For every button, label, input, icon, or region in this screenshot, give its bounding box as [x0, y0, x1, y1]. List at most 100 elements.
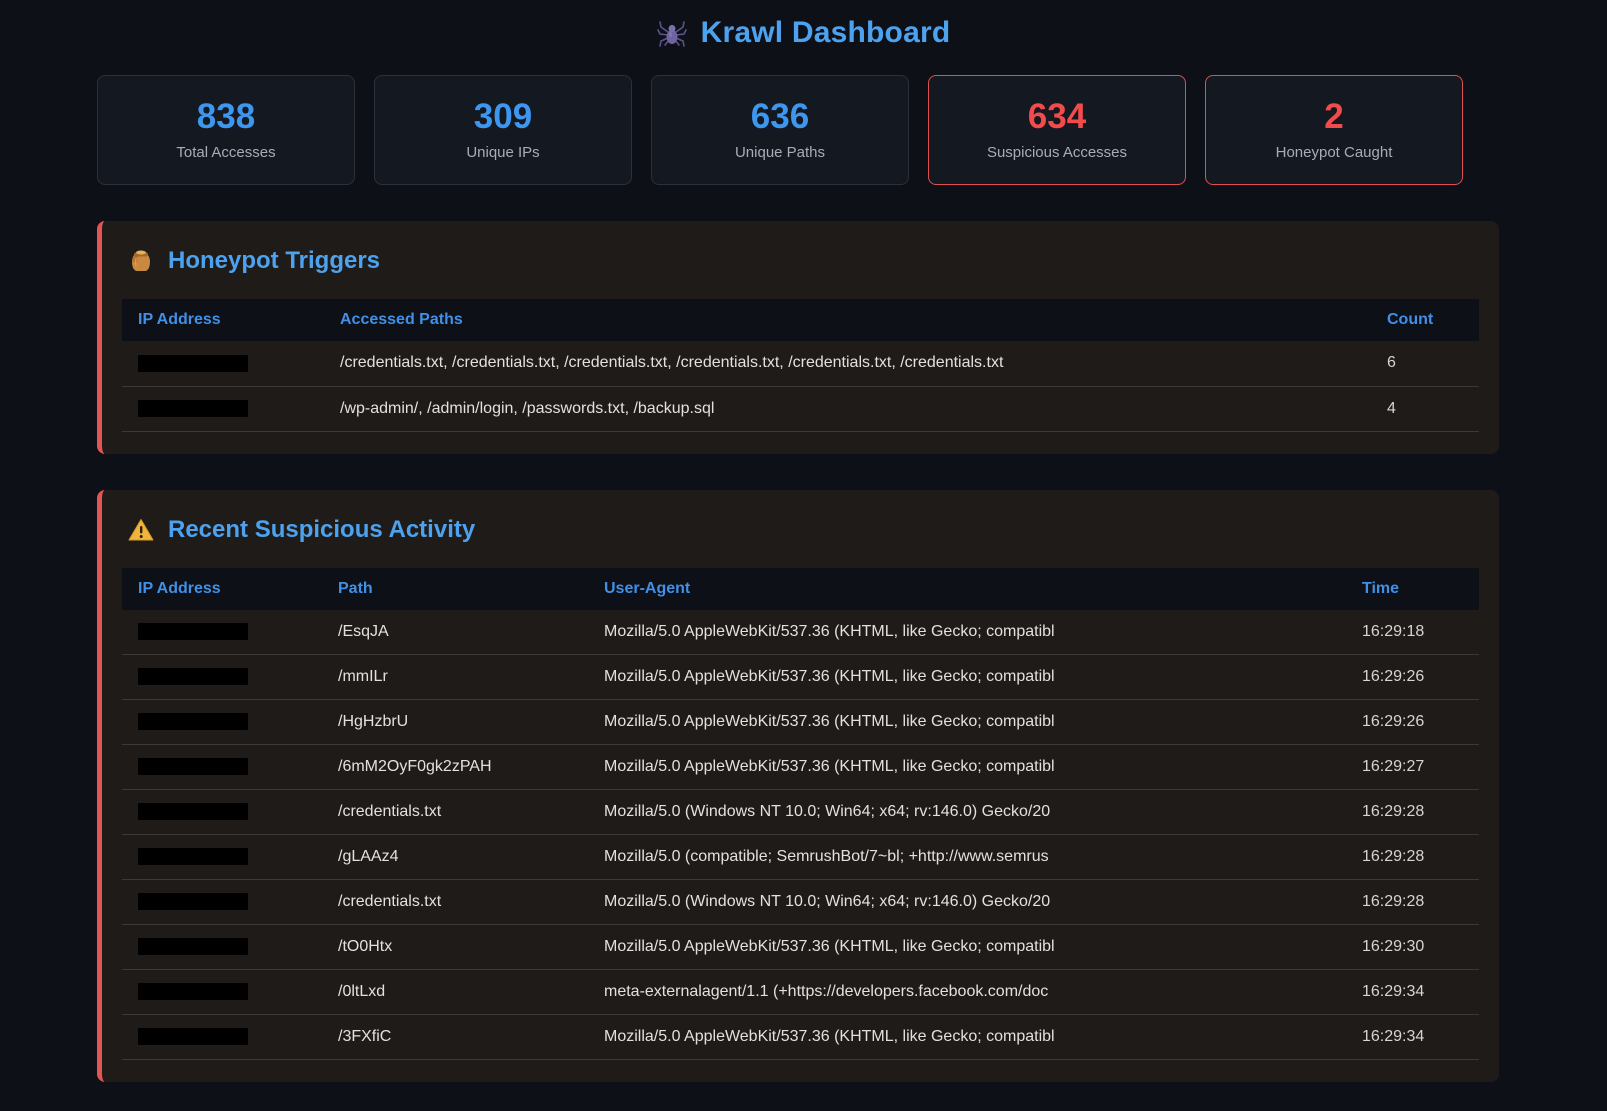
honeypot-header-row: IP Address Accessed Paths Count: [122, 299, 1479, 341]
ip-address-cell: [122, 655, 322, 700]
user-agent-cell: Mozilla/5.0 AppleWebKit/537.36 (KHTML, l…: [588, 700, 1346, 745]
redacted-ip-bar: [138, 848, 248, 865]
time-cell: 16:29:30: [1346, 925, 1479, 970]
accessed-paths-cell: /credentials.txt, /credentials.txt, /cre…: [324, 341, 1371, 386]
suspicious-activity-table: IP Address Path User-Agent Time /EsqJAMo…: [122, 568, 1479, 1061]
stat-label: Suspicious Accesses: [987, 144, 1127, 161]
user-agent-cell: Mozilla/5.0 AppleWebKit/537.36 (KHTML, l…: [588, 925, 1346, 970]
suspicious-activity-section: Recent Suspicious Activity IP Address Pa…: [97, 490, 1499, 1083]
user-agent-cell: Mozilla/5.0 AppleWebKit/537.36 (KHTML, l…: [588, 610, 1346, 655]
user-agent-cell: Mozilla/5.0 AppleWebKit/537.36 (KHTML, l…: [588, 655, 1346, 700]
redacted-ip-bar: [138, 803, 248, 820]
user-agent-cell: Mozilla/5.0 (Windows NT 10.0; Win64; x64…: [588, 880, 1346, 925]
suspicious-activity-row: /EsqJAMozilla/5.0 AppleWebKit/537.36 (KH…: [122, 610, 1479, 655]
count-cell: 6: [1371, 341, 1479, 386]
stat-value: 838: [197, 99, 255, 134]
honeypot-triggers-section: Honeypot Triggers IP Address Accessed Pa…: [97, 221, 1499, 454]
redacted-ip-bar: [138, 668, 248, 685]
column-header-count: Count: [1371, 299, 1479, 341]
stat-value: 309: [474, 99, 532, 134]
redacted-ip-bar: [138, 713, 248, 730]
time-cell: 16:29:26: [1346, 700, 1479, 745]
ip-address-cell: [122, 1015, 322, 1060]
redacted-ip-bar: [138, 355, 248, 372]
path-cell: /gLAAz4: [322, 835, 588, 880]
ip-address-cell: [122, 835, 322, 880]
time-cell: 16:29:26: [1346, 655, 1479, 700]
suspicious-activity-row: /gLAAz4Mozilla/5.0 (compatible; SemrushB…: [122, 835, 1479, 880]
stat-card-total-accesses: 838 Total Accesses: [97, 75, 355, 185]
stat-label: Unique IPs: [466, 144, 539, 161]
time-cell: 16:29:18: [1346, 610, 1479, 655]
column-header-ip-address: IP Address: [122, 568, 322, 610]
user-agent-cell: Mozilla/5.0 AppleWebKit/537.36 (KHTML, l…: [588, 745, 1346, 790]
column-header-ip-address: IP Address: [122, 299, 324, 341]
time-cell: 16:29:28: [1346, 835, 1479, 880]
time-cell: 16:29:34: [1346, 970, 1479, 1015]
stat-value: 636: [751, 99, 809, 134]
stat-label: Unique Paths: [735, 144, 825, 161]
column-header-path: Path: [322, 568, 588, 610]
ip-address-cell: [122, 925, 322, 970]
honey-pot-icon: [128, 248, 154, 274]
redacted-ip-bar: [138, 400, 248, 417]
redacted-ip-bar: [138, 983, 248, 1000]
path-cell: /EsqJA: [322, 610, 588, 655]
time-cell: 16:29:34: [1346, 1015, 1479, 1060]
redacted-ip-bar: [138, 938, 248, 955]
stat-label: Total Accesses: [176, 144, 275, 161]
path-cell: /tO0Htx: [322, 925, 588, 970]
ip-address-cell: [122, 386, 324, 431]
ip-address-cell: [122, 790, 322, 835]
ip-address-cell: [122, 745, 322, 790]
stats-row: 838 Total Accesses 309 Unique IPs 636 Un…: [97, 75, 1463, 185]
stat-card-unique-paths: 636 Unique Paths: [651, 75, 909, 185]
path-cell: /6mM2OyF0gk2zPAH: [322, 745, 588, 790]
column-header-accessed-paths: Accessed Paths: [324, 299, 1371, 341]
ip-address-cell: [122, 700, 322, 745]
column-header-time: Time: [1346, 568, 1479, 610]
ip-address-cell: [122, 610, 322, 655]
suspicious-activity-row: /6mM2OyF0gk2zPAHMozilla/5.0 AppleWebKit/…: [122, 745, 1479, 790]
path-cell: /credentials.txt: [322, 790, 588, 835]
stat-value: 634: [1028, 99, 1086, 134]
path-cell: /mmILr: [322, 655, 588, 700]
user-agent-cell: Mozilla/5.0 (Windows NT 10.0; Win64; x64…: [588, 790, 1346, 835]
page-header: Krawl Dashboard: [0, 0, 1607, 75]
path-cell: /0ltLxd: [322, 970, 588, 1015]
suspicious-activity-row: /3FXfiCMozilla/5.0 AppleWebKit/537.36 (K…: [122, 1015, 1479, 1060]
stat-value: 2: [1324, 99, 1343, 134]
suspicious-header-row: IP Address Path User-Agent Time: [122, 568, 1479, 610]
ip-address-cell: [122, 970, 322, 1015]
user-agent-cell: meta-externalagent/1.1 (+https://develop…: [588, 970, 1346, 1015]
stat-label: Honeypot Caught: [1276, 144, 1393, 161]
path-cell: /3FXfiC: [322, 1015, 588, 1060]
honeypot-trigger-row: /wp-admin/, /admin/login, /passwords.txt…: [122, 386, 1479, 431]
honeypot-table-body: /credentials.txt, /credentials.txt, /cre…: [122, 341, 1479, 431]
suspicious-activity-row: /0ltLxdmeta-externalagent/1.1 (+https://…: [122, 970, 1479, 1015]
suspicious-activity-row: /credentials.txtMozilla/5.0 (Windows NT …: [122, 790, 1479, 835]
path-cell: /credentials.txt: [322, 880, 588, 925]
time-cell: 16:29:28: [1346, 880, 1479, 925]
user-agent-cell: Mozilla/5.0 AppleWebKit/537.36 (KHTML, l…: [588, 1015, 1346, 1060]
ip-address-cell: [122, 880, 322, 925]
redacted-ip-bar: [138, 893, 248, 910]
honeypot-section-title: Honeypot Triggers: [168, 247, 380, 275]
redacted-ip-bar: [138, 1028, 248, 1045]
suspicious-activity-row: /HgHzbrUMozilla/5.0 AppleWebKit/537.36 (…: [122, 700, 1479, 745]
count-cell: 4: [1371, 386, 1479, 431]
suspicious-table-body: /EsqJAMozilla/5.0 AppleWebKit/537.36 (KH…: [122, 610, 1479, 1060]
spider-icon: [657, 18, 687, 48]
suspicious-activity-row: /credentials.txtMozilla/5.0 (Windows NT …: [122, 880, 1479, 925]
accessed-paths-cell: /wp-admin/, /admin/login, /passwords.txt…: [324, 386, 1371, 431]
stat-card-honeypot-caught: 2 Honeypot Caught: [1205, 75, 1463, 185]
user-agent-cell: Mozilla/5.0 (compatible; SemrushBot/7~bl…: [588, 835, 1346, 880]
ip-address-cell: [122, 341, 324, 386]
time-cell: 16:29:27: [1346, 745, 1479, 790]
suspicious-section-title: Recent Suspicious Activity: [168, 516, 475, 544]
page-title: Krawl Dashboard: [701, 16, 951, 50]
honeypot-trigger-row: /credentials.txt, /credentials.txt, /cre…: [122, 341, 1479, 386]
warning-icon: [128, 518, 154, 542]
stat-card-unique-ips: 309 Unique IPs: [374, 75, 632, 185]
redacted-ip-bar: [138, 758, 248, 775]
